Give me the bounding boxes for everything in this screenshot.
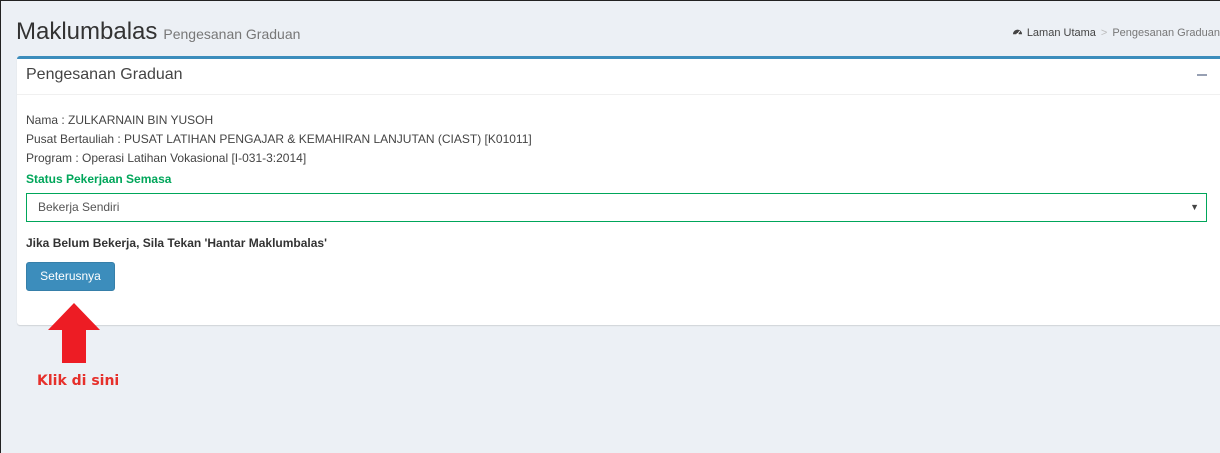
page-subtitle: Pengesanan Graduan [163,26,301,42]
seterusnya-button[interactable]: Seterusnya [26,262,115,291]
breadcrumb-home-link[interactable]: Laman Utama [1027,27,1096,39]
hint-text: Jika Belum Bekerja, Sila Tekan 'Hantar M… [26,236,327,250]
dashboard-icon [1012,29,1022,36]
breadcrumb: Laman Utama > Pengesanan Graduan [1012,26,1220,39]
graduate-tracking-box: Pengesanan Graduan Nama : ZULKARNAIN BIN… [17,56,1220,325]
box-body: Nama : ZULKARNAIN BIN YUSOH Pusat Bertau… [17,95,1220,291]
box-header: Pengesanan Graduan [17,59,1220,95]
info-program: Program : Operasi Latihan Vokasional [I-… [26,151,307,165]
content-header: Maklumbalas Pengesanan Graduan Laman Utam… [8,12,1220,52]
box-title: Pengesanan Graduan [26,66,183,83]
arrow-up-icon [48,303,100,363]
status-pekerjaan-select[interactable]: Bekerja Sendiri ▼ [26,193,1207,222]
page-title: Maklumbalas Pengesanan Graduan [16,18,300,46]
info-nama: Nama : ZULKARNAIN BIN YUSOH [26,113,214,127]
breadcrumb-separator: > [1100,27,1108,39]
info-pusat-bertauliah: Pusat Bertauliah : PUSAT LATIHAN PENGAJA… [26,132,532,146]
status-select-value: Bekerja Sendiri [38,200,120,214]
page-title-text: Maklumbalas [16,18,158,45]
status-pekerjaan-label: Status Pekerjaan Semasa [26,172,172,186]
minus-icon[interactable] [1197,74,1207,76]
annotation-label: Klik di sini [37,373,120,389]
breadcrumb-current: Pengesanan Graduan [1112,27,1220,39]
chevron-down-icon: ▼ [1190,202,1199,212]
